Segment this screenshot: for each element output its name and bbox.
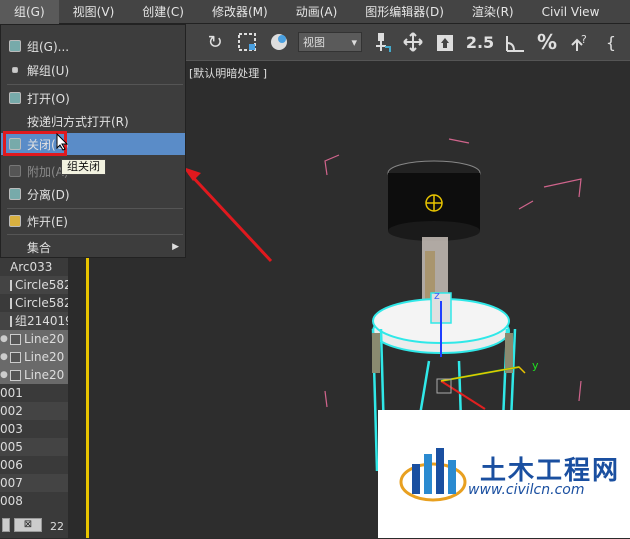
object-icon [10, 369, 21, 381]
scene-name: Circle5829 [15, 278, 68, 292]
annotation-arrow-line [187, 171, 273, 263]
scene-name: Circle5829 [15, 296, 68, 310]
layer-row[interactable]: 002 [0, 402, 68, 420]
attach-icon [9, 165, 21, 177]
scene-row[interactable]: ● Line20 [0, 366, 68, 384]
menu-modifiers[interactable]: 修改器(M) [198, 0, 282, 24]
watermark-logo-icon [399, 448, 467, 502]
menu-rendering[interactable]: 渲染(R) [458, 0, 528, 24]
eye-icon[interactable]: ● [0, 348, 8, 366]
layer-row[interactable]: 001 [0, 384, 68, 402]
menu-item-label: 组(G)... [27, 39, 70, 54]
mouse-cursor-icon [56, 133, 69, 151]
eye-icon[interactable]: ● [0, 330, 8, 348]
menu-view[interactable]: 视图(V) [59, 0, 129, 24]
menu-item-assembly[interactable]: 集合 ▶ [1, 236, 185, 258]
menu-separator [7, 234, 183, 235]
named-selection-icon[interactable]: { [598, 29, 624, 55]
menu-create[interactable]: 创建(C) [128, 0, 198, 24]
angle-snap-icon[interactable] [502, 29, 528, 55]
detach-icon [9, 188, 21, 200]
scene-name: Line20 [24, 368, 65, 382]
layer-row[interactable]: 003 [0, 420, 68, 438]
group-icon [9, 40, 21, 52]
menu-item-label: 炸开(E) [27, 214, 68, 229]
main-toolbar: ↻ 视图 ▾ 2.5 % ? { [186, 24, 630, 60]
status-bar: ⊠ 22 [0, 512, 68, 538]
menu-item-open[interactable]: 打开(O) [1, 87, 185, 109]
percent-snap-value[interactable]: 2.5 [464, 29, 496, 55]
scene-row[interactable]: 组214019 [0, 312, 68, 330]
watermark: 土木工程网 www.civilcn.com [378, 410, 630, 538]
layer-row[interactable]: 007 [0, 474, 68, 492]
select-region-icon[interactable] [234, 29, 260, 55]
group-icon [10, 315, 12, 327]
object-icon [10, 351, 21, 363]
view-select-value: 视图 [303, 36, 325, 49]
menu-item-group[interactable]: 组(G)... [1, 35, 185, 57]
tooltip: 组关闭 [61, 159, 106, 175]
scene-row[interactable]: Circle5829 [0, 294, 68, 312]
menu-group[interactable]: 组(G) [0, 0, 59, 24]
svg-text:?: ? [581, 33, 587, 46]
layer-row[interactable]: 006 [0, 456, 68, 474]
scene-name: Arc033 [10, 260, 53, 274]
menu-item-label: 按递归方式打开(R) [27, 114, 129, 129]
frame-counter: 22 [50, 520, 64, 533]
scene-row[interactable]: Circle5829 [0, 276, 68, 294]
object-icon [10, 279, 12, 291]
chevron-down-icon: ▾ [351, 35, 357, 49]
redo-icon[interactable]: ↻ [202, 29, 228, 55]
object-icon [10, 297, 12, 309]
scene-row[interactable]: ● Line20 [0, 330, 68, 348]
scene-name: Line20 [24, 332, 65, 346]
ungroup-icon [12, 67, 18, 73]
open-group-icon [9, 92, 21, 104]
x-axis [440, 380, 486, 410]
menu-item-explode[interactable]: 炸开(E) [1, 210, 185, 232]
scene-row[interactable]: ● Line20 [0, 348, 68, 366]
menu-item-ungroup[interactable]: 解组(U) [1, 59, 185, 81]
menu-item-detach[interactable]: 分离(D) [1, 183, 185, 205]
status-box[interactable] [2, 518, 10, 532]
menu-graph-editors[interactable]: 图形编辑器(D) [351, 0, 458, 24]
menu-item-label: 打开(O) [27, 91, 70, 106]
watermark-url: www.civilcn.com [468, 482, 585, 498]
menu-bar: 组(G) 视图(V) 创建(C) 修改器(M) 动画(A) 图形编辑器(D) 渲… [0, 0, 630, 24]
scene-name: 组214019 [15, 314, 68, 328]
eye-icon[interactable]: ● [0, 366, 8, 384]
layer-row[interactable]: 008 [0, 492, 68, 510]
y-axis-label: y [532, 359, 539, 372]
move-icon[interactable] [400, 29, 426, 55]
scene-row[interactable]: Arc033 [0, 258, 68, 276]
percent-icon[interactable]: % [534, 29, 560, 55]
menu-item-label: 解组(U) [27, 63, 70, 78]
submenu-arrow-icon: ▶ [172, 242, 179, 252]
layer-row[interactable]: 005 [0, 438, 68, 456]
explode-icon [9, 215, 21, 227]
pivot-icon[interactable] [368, 29, 394, 55]
object-icon [10, 333, 21, 345]
menu-item-open-recursively[interactable]: 按递归方式打开(R) [1, 110, 185, 132]
home-icon[interactable] [432, 29, 458, 55]
reference-coordinate-select[interactable]: 视图 ▾ [298, 32, 362, 52]
menu-civil-view[interactable]: Civil View [528, 0, 614, 24]
z-axis-label: z [434, 289, 440, 302]
menu-item-label: 分离(D) [27, 187, 70, 202]
menu-item-label: 集合 [27, 240, 52, 255]
menu-separator [7, 208, 183, 209]
scene-name: Line20 [24, 350, 65, 364]
close-icon[interactable]: ⊠ [14, 518, 42, 532]
spinner-snap-icon[interactable]: ? [566, 29, 592, 55]
panel-divider [68, 258, 86, 538]
menu-separator [7, 84, 183, 85]
menu-animation[interactable]: 动画(A) [282, 0, 352, 24]
scene-explorer: Arc033 Circle5829 Circle5829 组214019 ● Li… [0, 258, 68, 538]
paint-select-icon[interactable] [266, 29, 292, 55]
